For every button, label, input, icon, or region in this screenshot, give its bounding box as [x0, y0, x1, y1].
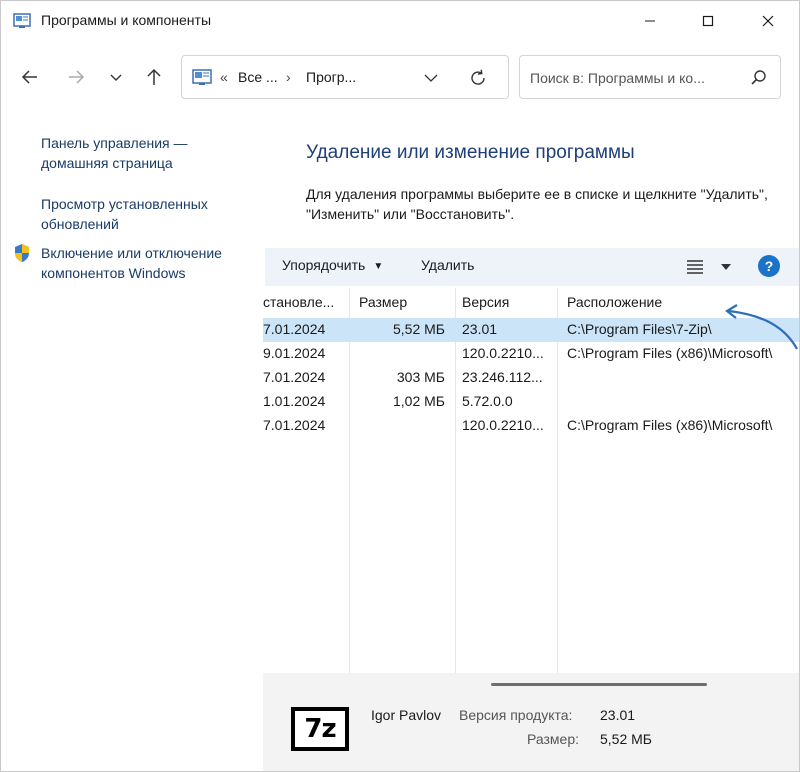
chevron-down-icon	[110, 74, 122, 81]
product-version-label: Версия продукта:	[459, 707, 573, 723]
arrow-right-icon	[69, 70, 85, 84]
product-version-value: 23.01	[600, 707, 636, 723]
cell-installed: 7.01.2024	[263, 369, 326, 385]
column-header-location[interactable]: Расположение	[567, 294, 662, 310]
table-row[interactable]: 7.01.2024 303 МБ 23.246.112...	[263, 366, 799, 390]
cell-size: 303 МБ	[396, 369, 445, 385]
column-header-version[interactable]: Версия	[462, 294, 509, 310]
title-bar: Программы и компоненты	[1, 1, 799, 41]
view-installed-updates-link[interactable]: Просмотр установленных обновлений	[41, 194, 256, 234]
search-icon[interactable]	[750, 69, 768, 87]
cell-version: 120.0.2210...	[462, 345, 544, 361]
cell-installed: 7.01.2024	[263, 321, 326, 337]
caret-down-icon: ▼	[373, 261, 384, 272]
cell-installed: 9.01.2024	[263, 345, 326, 361]
7zip-logo: 7z	[291, 707, 349, 751]
organize-button[interactable]: Упорядочить ▼	[282, 257, 383, 273]
cell-location: C:\Program Files\7-Zip\	[567, 321, 712, 337]
page-title: Удаление или изменение программы	[306, 142, 635, 163]
organize-label: Упорядочить	[282, 257, 366, 273]
cell-size: 5,52 МБ	[393, 321, 445, 337]
breadcrumb-programs[interactable]: Прогр...	[306, 69, 356, 85]
cell-installed: 1.01.2024	[263, 393, 326, 409]
command-toolbar: Упорядочить ▼ Удалить ?	[265, 248, 799, 286]
address-bar[interactable]: « Все ... › Прогр...	[181, 55, 509, 99]
refresh-button[interactable]	[468, 68, 488, 88]
minimize-button[interactable]	[627, 1, 673, 41]
close-button[interactable]	[745, 1, 791, 41]
cell-installed: 7.01.2024	[263, 417, 326, 433]
navigation-bar: « Все ... › Прогр...	[1, 45, 799, 107]
publisher-name: Igor Pavlov	[371, 707, 442, 723]
view-options-button[interactable]	[685, 257, 705, 277]
up-button[interactable]	[139, 63, 169, 91]
windows-features-link[interactable]: Включение или отключение компонентов Win…	[41, 243, 256, 283]
size-value: 5,52 МБ	[600, 731, 652, 747]
breadcrumb-all-items[interactable]: Все ...	[238, 69, 278, 85]
details-view-icon	[687, 260, 703, 274]
window-title: Программы и компоненты	[41, 12, 212, 28]
table-row[interactable]: 1.01.2024 1,02 МБ 5.72.0.0	[263, 390, 799, 414]
cell-version: 23.01	[462, 321, 498, 337]
caret-down-icon	[721, 264, 731, 270]
control-panel-home-link[interactable]: Панель управления — домашняя страница	[41, 133, 256, 173]
size-label: Размер:	[527, 731, 580, 747]
breadcrumb-overflow[interactable]: «	[220, 69, 228, 85]
search-box[interactable]	[519, 55, 781, 99]
forward-button[interactable]	[61, 63, 91, 91]
uninstall-button[interactable]: Удалить	[421, 257, 474, 273]
details-pane: 7z Igor Pavlov Версия продукта: 23.01 Ра…	[263, 673, 799, 771]
cell-size: 1,02 МБ	[393, 393, 445, 409]
back-button[interactable]	[15, 63, 45, 91]
cell-version: 5.72.0.0	[462, 393, 513, 409]
search-input[interactable]	[530, 67, 740, 89]
arrow-up-icon	[147, 68, 161, 85]
breadcrumb-separator[interactable]: ›	[286, 69, 291, 85]
control-panel-icon	[192, 69, 214, 87]
column-header-installed[interactable]: становле...	[263, 294, 334, 310]
view-dropdown-button[interactable]	[720, 260, 732, 272]
7zip-logo-text: 7z	[295, 711, 345, 747]
refresh-icon	[471, 69, 485, 85]
cell-version: 23.246.112...	[462, 369, 543, 385]
programs-window: Программы и компоненты « Все ... › Прогр…	[0, 0, 800, 772]
shield-icon	[13, 243, 31, 263]
control-panel-icon	[13, 13, 31, 29]
maximize-button[interactable]	[685, 1, 731, 41]
arrow-left-icon	[21, 70, 37, 84]
recent-locations-button[interactable]	[101, 63, 131, 91]
cell-location: C:\Program Files (x86)\Microsoft\	[567, 417, 773, 433]
page-description: Для удаления программы выберите ее в спи…	[306, 186, 768, 222]
tasks-pane: Панель управления — домашняя страница Пр…	[1, 119, 263, 719]
chevron-down-icon	[424, 74, 438, 82]
annotation-arrow-icon	[725, 304, 798, 350]
table-row[interactable]: 7.01.2024 120.0.2210... C:\Program Files…	[263, 414, 799, 438]
column-header-size[interactable]: Размер	[359, 294, 407, 310]
horizontal-scrollbar[interactable]	[491, 683, 707, 686]
cell-version: 120.0.2210...	[462, 417, 544, 433]
help-button[interactable]: ?	[758, 255, 780, 277]
address-dropdown-button[interactable]	[422, 70, 440, 86]
